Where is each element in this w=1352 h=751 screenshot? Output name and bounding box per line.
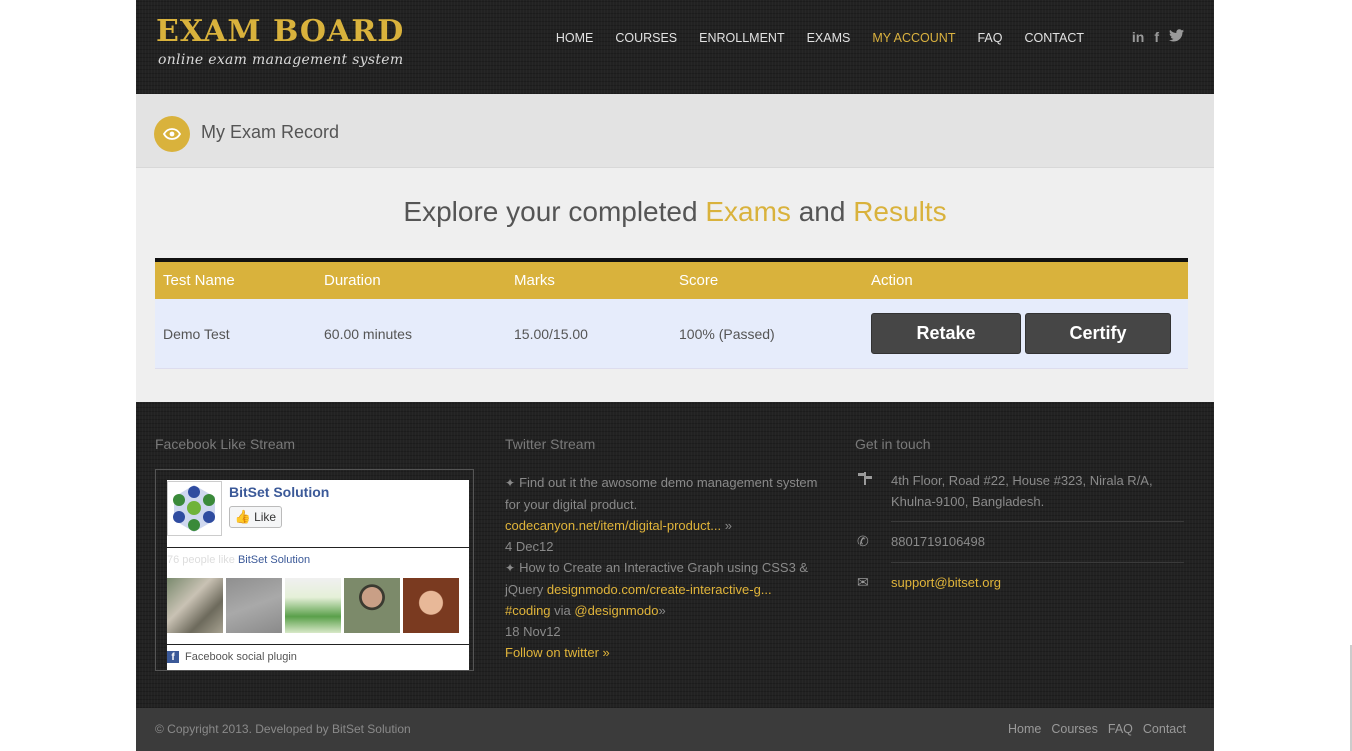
fb-like-count: 76 people like BitSet Solution [167,554,310,566]
footer-nav: Home Courses FAQ Contact [1008,722,1186,736]
table-row: Demo Test 60.00 minutes 15.00/15.00 100%… [155,299,1188,369]
footer-link-courses[interactable]: Courses [1051,722,1098,736]
tweet-link[interactable]: designmodo.com/create-interactive-g... [547,582,772,597]
cell-score: 100% (Passed) [679,325,775,342]
tweet: ✦ Find out it the awosome demo management… [505,472,835,557]
tweet-user[interactable]: @designmodo [574,603,658,618]
fan-avatar[interactable] [226,578,282,633]
fb-plugin-label: Facebook social plugin [185,651,297,663]
facebook-widget: BitSet Solution 👍 Like 76 people like Bi… [162,480,469,670]
cell-action: Retake Certify [863,313,1188,354]
col-marks: Marks [514,272,555,289]
signpost-icon [855,470,891,512]
page-title-bar: My Exam Record [136,94,1214,168]
headline-accent-exams: Exams [705,196,791,227]
logo-tagline: online exam management system [158,52,404,68]
divider [891,521,1184,522]
headline-accent-results: Results [853,196,947,227]
address-text: 4th Floor, Road #22, House #323, Nirala … [891,473,1153,509]
follow-twitter-link[interactable]: Follow on twitter » [505,642,835,663]
copyright-text: © Copyright 2013. Developed by BitSet So… [155,722,411,736]
divider [162,547,469,548]
nav-home[interactable]: HOME [545,31,605,45]
certify-button[interactable]: Certify [1025,313,1171,354]
contact-email: ✉ support@bitset.org [855,572,1185,593]
nav-faq[interactable]: FAQ [966,31,1013,45]
cell-duration: 60.00 minutes [324,325,412,342]
tweet: ✦ How to Create an Interactive Graph usin… [505,557,835,642]
twitter-stream-title: Twitter Stream [505,436,596,452]
tweet-via: via [554,603,571,618]
table-header: Test Name Duration Marks Score Action [155,262,1188,299]
email-link[interactable]: support@bitset.org [891,572,1001,593]
phone-text: 8801719106498 [891,534,985,549]
divider [891,562,1184,563]
facebook-icon[interactable]: f [1154,29,1159,45]
main-nav: HOME COURSES ENROLLMENT EXAMS MY ACCOUNT… [545,31,1095,45]
footer-link-faq[interactable]: FAQ [1108,722,1133,736]
social-links: in f [1132,29,1184,45]
fb-count-link[interactable]: BitSet Solution [238,554,310,566]
envelope-icon: ✉ [857,574,869,590]
tweet-date: 4 Dec12 [505,539,554,554]
footer-link-home[interactable]: Home [1008,722,1041,736]
site-footer: Facebook Like Stream Twitter Stream Get … [136,402,1214,708]
contact-address: 4th Floor, Road #22, House #323, Nirala … [855,470,1185,512]
nav-exams[interactable]: EXAMS [796,31,862,45]
phone-icon: ✆ [857,533,869,549]
retake-button[interactable]: Retake [871,313,1021,354]
fan-avatar[interactable] [403,578,459,633]
nav-contact[interactable]: CONTACT [1014,31,1096,45]
tweet-date: 18 Nov12 [505,624,561,639]
fan-avatar[interactable] [285,578,341,633]
fb-count-text: 76 people like [167,554,235,566]
page-title: My Exam Record [201,122,340,142]
col-test-name: Test Name [163,272,235,289]
bitset-logo[interactable] [167,481,222,536]
cell-marks: 15.00/15.00 [514,325,588,342]
exam-record-table: Test Name Duration Marks Score Action De… [155,258,1188,369]
headline-text-and: and [798,196,846,227]
fb-social-plugin[interactable]: f Facebook social plugin [167,651,297,663]
linkedin-icon[interactable]: in [1132,29,1144,45]
facebook-like-box: BitSet Solution 👍 Like 76 people like Bi… [155,469,474,671]
col-action: Action [871,272,913,289]
headline-text: Explore your completed [403,196,698,227]
site-header: EXAM BOARD online exam management system… [136,0,1214,94]
nav-courses[interactable]: COURSES [604,31,688,45]
logo-title[interactable]: EXAM BOARD [156,14,404,49]
fb-like-label: Like [254,510,277,524]
section-headline: Explore your completed Exams and Results [136,196,1214,228]
nav-enrollment[interactable]: ENROLLMENT [688,31,795,45]
contact-title: Get in touch [855,436,931,452]
tweet-link[interactable]: codecanyon.net/item/digital-product... [505,518,721,533]
copyright-bar: © Copyright 2013. Developed by BitSet So… [136,708,1214,751]
twitter-bird-icon: ✦ [505,561,516,575]
facebook-icon: f [167,651,179,663]
fb-like-button[interactable]: 👍 Like [229,506,282,528]
twitter-stream: ✦ Find out it the awosome demo management… [505,472,835,663]
col-score: Score [679,272,719,289]
col-duration: Duration [324,272,381,289]
page: EXAM BOARD online exam management system… [136,0,1214,751]
tweet-hashtag[interactable]: #coding [505,603,551,618]
divider [162,644,469,645]
footer-link-contact[interactable]: Contact [1143,722,1186,736]
cell-test-name: Demo Test [163,325,230,342]
contact-phone: ✆ 8801719106498 [855,531,1185,552]
tweet-text: Find out it the awosome demo management … [505,475,818,512]
twitter-icon[interactable] [1169,29,1184,45]
fb-fan-faces [167,578,459,633]
fan-avatar[interactable] [167,578,223,633]
fb-page-name[interactable]: BitSet Solution [229,484,329,500]
nav-my-account[interactable]: MY ACCOUNT [861,31,966,45]
eye-icon [154,116,190,152]
fan-avatar[interactable] [344,578,400,633]
twitter-bird-icon: ✦ [505,476,516,490]
facebook-stream-title: Facebook Like Stream [155,436,296,452]
thumbs-up-icon: 👍 [234,509,252,524]
